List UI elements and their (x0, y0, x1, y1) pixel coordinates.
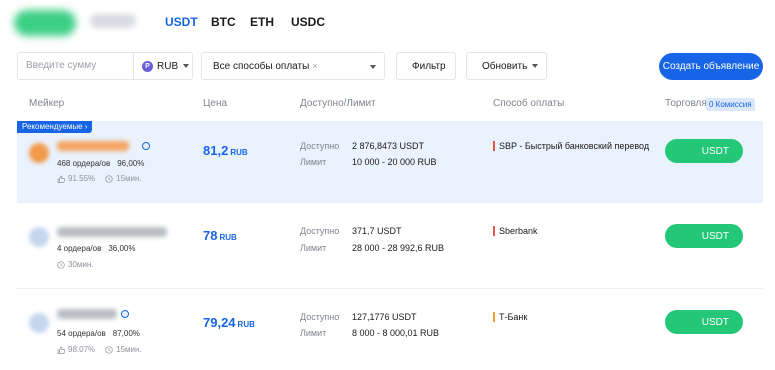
payment-time: 15мин. (116, 345, 142, 354)
available-label: Доступно (300, 226, 340, 236)
rating: 91.55% (68, 174, 96, 183)
buy-usdt-button[interactable]: USDT (665, 224, 743, 248)
zero-fee-badge: 0 Комиссия (706, 98, 755, 111)
order-stats: 468 ордера/ов 96,00% (57, 159, 144, 168)
tab-btc[interactable]: BTC (211, 15, 236, 29)
price-currency: RUB (230, 148, 248, 157)
buy-usdt-button[interactable]: USDT (665, 310, 743, 334)
price-currency: RUB (219, 233, 237, 242)
available-value: 127,1776 USDT (352, 312, 417, 322)
payment-time: 30мин. (68, 260, 94, 269)
table-header: Мейкер Цена Доступно/Лимит Способ оплаты… (0, 98, 775, 112)
rating-time: 91.55% 15мин. (57, 174, 142, 183)
payment-method-select[interactable]: Все способы оплаты × (201, 52, 385, 80)
available-label: Доступно (300, 141, 340, 151)
limit-label: Лимит (300, 157, 327, 167)
clear-icon[interactable]: × (312, 61, 317, 71)
col-maker: Мейкер (29, 98, 65, 109)
col-price: Цена (203, 98, 228, 109)
refresh-label: Обновить (482, 60, 528, 72)
amount-field: P RUB (17, 52, 193, 80)
tab-usdt[interactable]: USDT (165, 15, 198, 29)
order-count: 468 ордера/ов (57, 159, 111, 168)
merchant-name-blurred[interactable] (57, 227, 167, 237)
clock-icon (105, 174, 113, 183)
limit-value: 28 000 - 28 992,6 RUB (352, 243, 445, 253)
limit-label: Лимит (300, 243, 327, 253)
clock-icon (57, 260, 65, 269)
payment-time: 15мин. (116, 174, 142, 183)
tab-usdc[interactable]: USDC (291, 15, 325, 29)
payment-method: Sberbank (493, 226, 538, 236)
available-label: Доступно (300, 312, 340, 322)
col-trade: Торговля (665, 98, 707, 109)
payment-method-value: Все способы оплаты (213, 60, 310, 72)
avatar (29, 143, 49, 163)
chevron-down-icon (183, 64, 190, 68)
thumbs-up-icon (57, 175, 65, 183)
order-count: 4 ордера/ов (57, 244, 102, 253)
price: 78 RUB (203, 228, 237, 243)
limit-value: 10 000 - 20 000 RUB (352, 157, 437, 167)
clock-icon (105, 345, 113, 354)
avatar (29, 313, 49, 333)
verified-icon (121, 310, 129, 318)
chevron-down-icon (370, 65, 376, 69)
limit-label: Лимит (300, 328, 327, 338)
buy-button-label: USDT (701, 230, 729, 242)
rating-time: 30мин. (57, 260, 94, 269)
buy-button-label: USDT (701, 145, 729, 157)
col-available: Доступно/Лимит (300, 98, 376, 109)
order-count: 54 ордера/ов (57, 329, 106, 338)
chevron-down-icon (532, 64, 539, 68)
table-row: Рекомендуемые › 468 ордера/ов 96,00% 91.5… (17, 121, 763, 203)
top-bar: USDT BTC ETH USDC (0, 0, 775, 44)
buy-toggle-blurred[interactable] (14, 10, 76, 36)
refresh-button[interactable]: Обновить (466, 52, 547, 80)
completion-rate: 87,00% (112, 329, 140, 338)
order-stats: 54 ордера/ов 87,00% (57, 329, 140, 338)
rating-time: 98.07% 15мин. (57, 345, 142, 354)
rating: 98.07% (68, 345, 96, 354)
available-value: 2 876,8473 USDT (352, 141, 425, 151)
filter-button[interactable]: Фильтр (396, 52, 456, 80)
recommended-badge[interactable]: Рекомендуемые › (17, 121, 93, 133)
buy-button-label: USDT (701, 316, 729, 328)
sell-toggle-blurred[interactable] (90, 14, 136, 28)
price: 81,2 RUB (203, 143, 248, 158)
col-payment: Способ оплаты (493, 98, 565, 109)
payment-method: SBP - Быстрый банковский перевод (493, 141, 649, 151)
tab-eth[interactable]: ETH (250, 15, 274, 29)
price-value: 79,24 (203, 315, 236, 330)
price-value: 78 (203, 228, 218, 243)
currency-select[interactable]: P RUB (133, 53, 193, 79)
thumbs-up-icon (57, 346, 65, 354)
limit-value: 8 000 - 8 000,01 RUB (352, 328, 440, 338)
completion-rate: 96,00% (117, 159, 145, 168)
filter-label: Фильтр (412, 60, 446, 72)
avatar (29, 227, 49, 247)
price-currency: RUB (237, 320, 255, 329)
price: 79,24 RUB (203, 315, 255, 330)
price-value: 81,2 (203, 143, 229, 158)
ruble-icon: P (142, 60, 153, 72)
table-row: 4 ордера/ов 36,00% 30мин. 78 RUB Доступно … (17, 205, 763, 289)
create-ad-button[interactable]: Создать объявление (659, 53, 763, 80)
buy-usdt-button[interactable]: USDT (665, 139, 743, 163)
merchant-name-blurred[interactable] (57, 141, 129, 151)
available-value: 371,7 USDT (352, 226, 402, 236)
merchant-name-blurred[interactable] (57, 309, 117, 319)
currency-value: RUB (157, 60, 179, 72)
amount-input[interactable] (26, 60, 130, 71)
filter-bar: P RUB Все способы оплаты × Фильтр Обнови… (0, 52, 775, 82)
order-stats: 4 ордера/ов 36,00% (57, 244, 135, 253)
verified-icon (142, 142, 150, 150)
completion-rate: 36,00% (108, 244, 136, 253)
payment-method: Т-Банк (493, 312, 527, 322)
table-row: 54 ордера/ов 87,00% 98.07% 15мин. 79,24 RU… (17, 291, 763, 367)
